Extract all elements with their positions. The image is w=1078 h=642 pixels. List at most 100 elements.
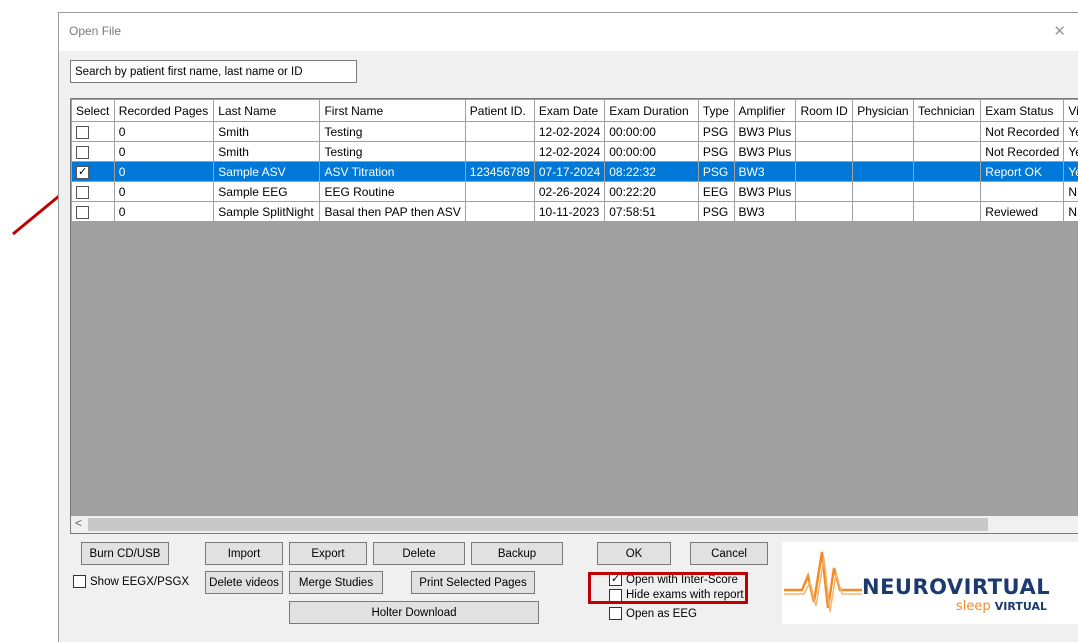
table-cell: Ye [1064, 142, 1078, 162]
table-cell: 10-11-2023 [534, 202, 604, 222]
table-cell: 12-02-2024 [534, 122, 604, 142]
column-header[interactable]: Exam Date [534, 100, 604, 122]
row-select-checkbox[interactable] [76, 126, 89, 139]
table-cell: BW3 [734, 162, 796, 182]
close-icon[interactable]: ✕ [1053, 22, 1066, 40]
table-cell: BW3 [734, 202, 796, 222]
import-button[interactable]: Import [205, 542, 283, 565]
search-input[interactable] [70, 60, 357, 83]
scrollbar-thumb[interactable] [88, 518, 988, 531]
table-cell: 123456789 [465, 162, 534, 182]
table-cell: 08:22:32 [605, 162, 699, 182]
delete-button[interactable]: Delete [373, 542, 465, 565]
table-cell [914, 122, 981, 142]
table-row[interactable]: 0Sample EEGEEG Routine02-26-202400:22:20… [72, 182, 1078, 202]
table-cell: N [1064, 182, 1078, 202]
table-row[interactable]: 0SmithTesting12-02-202400:00:00PSGBW3 Pl… [72, 142, 1078, 162]
ok-button[interactable]: OK [597, 542, 671, 565]
select-cell[interactable] [72, 122, 115, 142]
holter-download-button[interactable]: Holter Download [289, 601, 539, 624]
table-cell [796, 142, 853, 162]
row-select-checkbox[interactable] [76, 206, 89, 219]
table-cell: Smith [214, 142, 320, 162]
cancel-button[interactable]: Cancel [690, 542, 768, 565]
table-cell: 07-17-2024 [534, 162, 604, 182]
logo-subtitle: sleep VIRTUAL [956, 599, 1047, 614]
export-button[interactable]: Export [289, 542, 367, 565]
show-eegx-box[interactable] [73, 575, 86, 588]
open-as-eeg-box[interactable] [609, 607, 622, 620]
print-selected-pages-button[interactable]: Print Selected Pages [411, 571, 535, 594]
select-cell[interactable] [72, 182, 115, 202]
delete-videos-button[interactable]: Delete videos [205, 571, 283, 594]
open-as-eeg-label: Open as EEG [626, 608, 697, 620]
table-cell: Sample EEG [214, 182, 320, 202]
select-cell[interactable] [72, 142, 115, 162]
column-header[interactable]: Room ID [796, 100, 853, 122]
table-cell: Not Recorded [981, 142, 1064, 162]
title-bar: Open File ✕ [59, 13, 1078, 51]
annotation-highlight-box [588, 572, 748, 604]
table-cell [465, 122, 534, 142]
table-cell: 0 [114, 162, 213, 182]
table-cell [981, 182, 1064, 202]
table-cell [853, 182, 914, 202]
show-eegx-checkbox[interactable]: Show EEGX/PSGX [73, 575, 189, 588]
table-cell: PSG [698, 202, 734, 222]
column-header[interactable]: Recorded Pages [114, 100, 213, 122]
table-cell: 0 [114, 182, 213, 202]
table-cell: Ye [1064, 122, 1078, 142]
column-header[interactable]: Type [698, 100, 734, 122]
table-row[interactable]: 0Sample SplitNightBasal then PAP then AS… [72, 202, 1078, 222]
scroll-left-icon[interactable]: < [75, 516, 82, 530]
table-cell: Basal then PAP then ASV [320, 202, 465, 222]
table-cell [465, 202, 534, 222]
column-header[interactable]: First Name [320, 100, 465, 122]
logo-sub-sleep: sleep [956, 599, 991, 614]
table-cell [914, 162, 981, 182]
table-cell: BW3 Plus [734, 122, 796, 142]
merge-studies-button[interactable]: Merge Studies [289, 571, 383, 594]
table-cell: 12-02-2024 [534, 142, 604, 162]
table-cell [914, 202, 981, 222]
select-cell[interactable] [72, 202, 115, 222]
column-header[interactable]: Exam Status [981, 100, 1064, 122]
table-row[interactable]: ✓0Sample ASVASV Titration12345678907-17-… [72, 162, 1078, 182]
table-cell [796, 122, 853, 142]
table-cell [465, 182, 534, 202]
table-row[interactable]: 0SmithTesting12-02-202400:00:00PSGBW3 Pl… [72, 122, 1078, 142]
row-select-checkbox[interactable] [76, 186, 89, 199]
table-cell: Smith [214, 122, 320, 142]
column-header[interactable]: Physician [853, 100, 914, 122]
column-header[interactable]: Technician [914, 100, 981, 122]
column-header[interactable]: Last Name [214, 100, 320, 122]
table-cell: 07:58:51 [605, 202, 699, 222]
column-header[interactable]: Amplifier [734, 100, 796, 122]
checkmark-icon: ✓ [78, 167, 87, 178]
dialog-title: Open File [69, 24, 121, 38]
table-cell: PSG [698, 142, 734, 162]
neurovirtual-logo: NEUROVIRTUAL sleep VIRTUAL [782, 542, 1078, 624]
column-header[interactable]: Patient ID. [465, 100, 534, 122]
table-cell: 02-26-2024 [534, 182, 604, 202]
table-cell: BW3 Plus [734, 182, 796, 202]
column-header[interactable]: Select [72, 100, 115, 122]
backup-button[interactable]: Backup [471, 542, 563, 565]
table-cell: BW3 Plus [734, 142, 796, 162]
table-cell: Reviewed [981, 202, 1064, 222]
column-header[interactable]: Vi [1064, 100, 1078, 122]
table-cell: 0 [114, 122, 213, 142]
burn-cd-usb-button[interactable]: Burn CD/USB [81, 542, 169, 565]
horizontal-scrollbar[interactable]: < > [71, 516, 1078, 533]
table-cell [465, 142, 534, 162]
open-as-eeg-checkbox[interactable]: Open as EEG [609, 607, 697, 620]
exam-table: SelectRecorded PagesLast NameFirst NameP… [70, 98, 1078, 534]
table-cell [853, 202, 914, 222]
row-select-checkbox[interactable]: ✓ [76, 166, 89, 179]
row-select-checkbox[interactable] [76, 146, 89, 159]
column-header[interactable]: Exam Duration [605, 100, 699, 122]
table-cell: Sample ASV [214, 162, 320, 182]
table-cell: EEG [698, 182, 734, 202]
select-cell[interactable]: ✓ [72, 162, 115, 182]
table-cell: Testing [320, 122, 465, 142]
